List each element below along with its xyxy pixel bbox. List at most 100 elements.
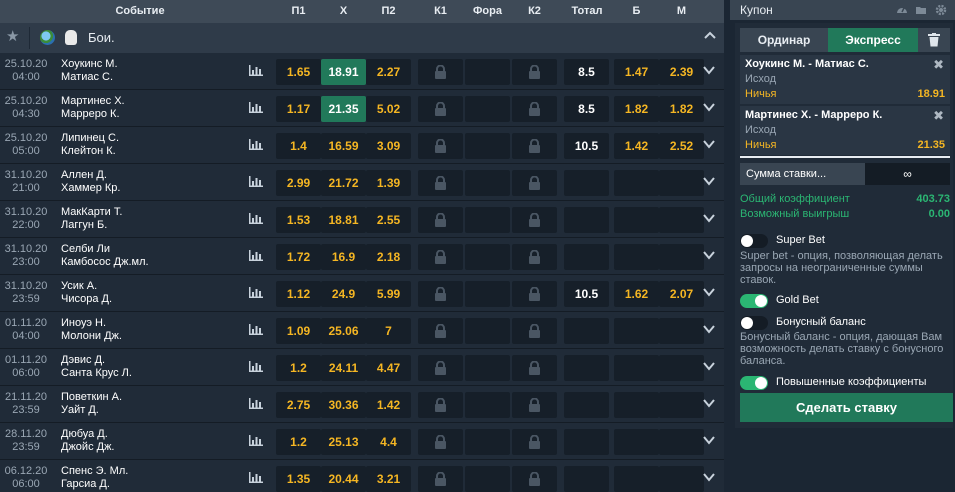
odd-p2[interactable]: 4.47 [366, 355, 411, 381]
odd-p2[interactable]: 2.18 [366, 244, 411, 270]
odd-p1[interactable]: 1.4 [276, 133, 321, 159]
odd-x[interactable]: 25.13 [321, 429, 366, 455]
chevron-down-icon[interactable] [703, 436, 715, 445]
event-row[interactable]: 25.10.20 04:00 Хоукинс М. Матиас С. 1.65 18.9… [0, 53, 724, 90]
odd-p2[interactable]: 3.09 [366, 133, 411, 159]
chevron-down-icon[interactable] [703, 399, 715, 408]
odd-p2[interactable]: 2.55 [366, 207, 411, 233]
chevron-down-icon[interactable] [703, 140, 715, 149]
odd-p1[interactable]: 1.2 [276, 429, 321, 455]
chevron-down-icon[interactable] [703, 66, 715, 75]
chevron-down-icon[interactable] [703, 362, 715, 371]
clear-coupon-button[interactable] [918, 28, 950, 52]
odd-p1[interactable]: 2.99 [276, 170, 321, 196]
event-teams[interactable]: Усик А. Чисора Д. [61, 280, 112, 306]
event-row[interactable]: 31.10.20 21:00 Аллен Д. Хаммер Кр. 2.99 21.72… [0, 164, 724, 201]
chevron-down-icon[interactable] [703, 325, 715, 334]
event-teams[interactable]: Поветкин А. Уайт Д. [61, 391, 122, 417]
odd-under[interactable]: 2.07 [659, 281, 704, 307]
goldbet-toggle[interactable] [740, 294, 768, 308]
bonus-balance-toggle[interactable] [740, 316, 768, 330]
raised-odds-toggle[interactable] [740, 376, 768, 390]
tab-ordinar[interactable]: Ординар [740, 28, 828, 52]
odd-p1[interactable]: 1.09 [276, 318, 321, 344]
event-row[interactable]: 25.10.20 05:00 Липинец С. Клейтон К. 1.4 16.5… [0, 127, 724, 164]
odd-over[interactable]: 1.62 [614, 281, 659, 307]
event-teams[interactable]: Дэвис Д. Санта Крус Л. [61, 354, 132, 380]
odd-over[interactable]: 1.47 [614, 59, 659, 85]
odd-p2[interactable]: 4.4 [366, 429, 411, 455]
odd-p2[interactable]: 1.39 [366, 170, 411, 196]
event-row[interactable]: 31.10.20 23:59 Усик А. Чисора Д. 1.12 24.9 5.9… [0, 275, 724, 312]
odd-p2[interactable]: 7 [366, 318, 411, 344]
statistics-icon[interactable] [249, 287, 263, 298]
folder-icon[interactable] [915, 4, 927, 16]
statistics-icon[interactable] [249, 176, 263, 187]
event-row[interactable]: 31.10.20 22:00 МакКарти Т. Лаггун Б. 1.53 18.… [0, 201, 724, 238]
statistics-icon[interactable] [249, 213, 263, 224]
odd-p2[interactable]: 3.21 [366, 466, 411, 492]
total-value[interactable]: 10.5 [564, 281, 609, 307]
event-teams[interactable]: Спенс Э. Мл. Гарсиа Д. [61, 465, 128, 491]
odd-x[interactable]: 21.35 [321, 96, 366, 122]
event-teams[interactable]: Дюбуа Д. Джойс Дж. [61, 428, 115, 454]
event-row[interactable]: 06.12.20 06:00 Спенс Э. Мл. Гарсиа Д. 1.35 20… [0, 460, 724, 492]
odd-over[interactable]: 1.42 [614, 133, 659, 159]
odd-x[interactable]: 24.11 [321, 355, 366, 381]
chevron-down-icon[interactable] [703, 251, 715, 260]
stake-input-group[interactable]: Сумма ставки... ∞ [740, 163, 950, 185]
statistics-icon[interactable] [249, 139, 263, 150]
statistics-icon[interactable] [249, 361, 263, 372]
odd-p1[interactable]: 1.17 [276, 96, 321, 122]
odd-x[interactable]: 16.59 [321, 133, 366, 159]
odd-x[interactable]: 16.9 [321, 244, 366, 270]
stake-max-button[interactable]: ∞ [865, 163, 950, 185]
event-teams[interactable]: Липинец С. Клейтон К. [61, 132, 119, 158]
sport-group-header[interactable]: ★ Бои. [0, 23, 724, 53]
event-row[interactable]: 21.11.20 23:59 Поветкин А. Уайт Д. 2.75 30.36… [0, 386, 724, 423]
odd-p2[interactable]: 5.02 [366, 96, 411, 122]
event-teams[interactable]: Хоукинс М. Матиас С. [61, 58, 118, 84]
odd-p2[interactable]: 1.42 [366, 392, 411, 418]
remove-bet-close-icon[interactable]: ✖ [933, 108, 944, 124]
event-row[interactable]: 28.11.20 23:59 Дюбуа Д. Джойс Дж. 1.2 25.13 4.… [0, 423, 724, 460]
statistics-icon[interactable] [249, 472, 263, 483]
odd-p1[interactable]: 1.2 [276, 355, 321, 381]
odd-x[interactable]: 24.9 [321, 281, 366, 307]
statistics-icon[interactable] [249, 398, 263, 409]
statistics-icon[interactable] [249, 324, 263, 335]
total-value[interactable]: 8.5 [564, 96, 609, 122]
odd-under[interactable]: 2.52 [659, 133, 704, 159]
favorite-star-icon[interactable]: ★ [6, 29, 22, 45]
odd-p1[interactable]: 1.53 [276, 207, 321, 233]
odd-x[interactable]: 18.81 [321, 207, 366, 233]
gear-icon[interactable] [935, 4, 947, 16]
speedometer-icon[interactable] [896, 4, 908, 16]
odd-x[interactable]: 30.36 [321, 392, 366, 418]
stake-input[interactable]: Сумма ставки... [740, 163, 865, 185]
event-row[interactable]: 25.10.20 04:30 Мартинес Х. Марреро К. 1.17 21… [0, 90, 724, 127]
odd-p1[interactable]: 1.35 [276, 466, 321, 492]
tab-express[interactable]: Экспресс [828, 28, 918, 52]
event-row[interactable]: 31.10.20 23:00 Селби Ли Камбосос Дж.мл. 1.72… [0, 238, 724, 275]
odd-p1[interactable]: 1.72 [276, 244, 321, 270]
odd-x[interactable]: 20.44 [321, 466, 366, 492]
odd-under[interactable]: 2.39 [659, 59, 704, 85]
event-teams[interactable]: МакКарти Т. Лаггун Б. [61, 206, 122, 232]
statistics-icon[interactable] [249, 65, 263, 76]
total-value[interactable]: 10.5 [564, 133, 609, 159]
odd-under[interactable]: 1.82 [659, 96, 704, 122]
event-teams[interactable]: Мартинес Х. Марреро К. [61, 95, 125, 121]
odd-over[interactable]: 1.82 [614, 96, 659, 122]
chevron-down-icon[interactable] [703, 214, 715, 223]
odd-p2[interactable]: 2.27 [366, 59, 411, 85]
event-row[interactable]: 01.11.20 04:00 Иноуэ Н. Молони Дж. 1.09 25.06… [0, 312, 724, 349]
odd-x[interactable]: 25.06 [321, 318, 366, 344]
statistics-icon[interactable] [249, 102, 263, 113]
chevron-down-icon[interactable] [703, 473, 715, 482]
odd-p1[interactable]: 2.75 [276, 392, 321, 418]
statistics-icon[interactable] [249, 435, 263, 446]
make-bet-button[interactable]: Сделать ставку [740, 393, 953, 422]
statistics-icon[interactable] [249, 250, 263, 261]
event-teams[interactable]: Селби Ли Камбосос Дж.мл. [61, 243, 149, 269]
